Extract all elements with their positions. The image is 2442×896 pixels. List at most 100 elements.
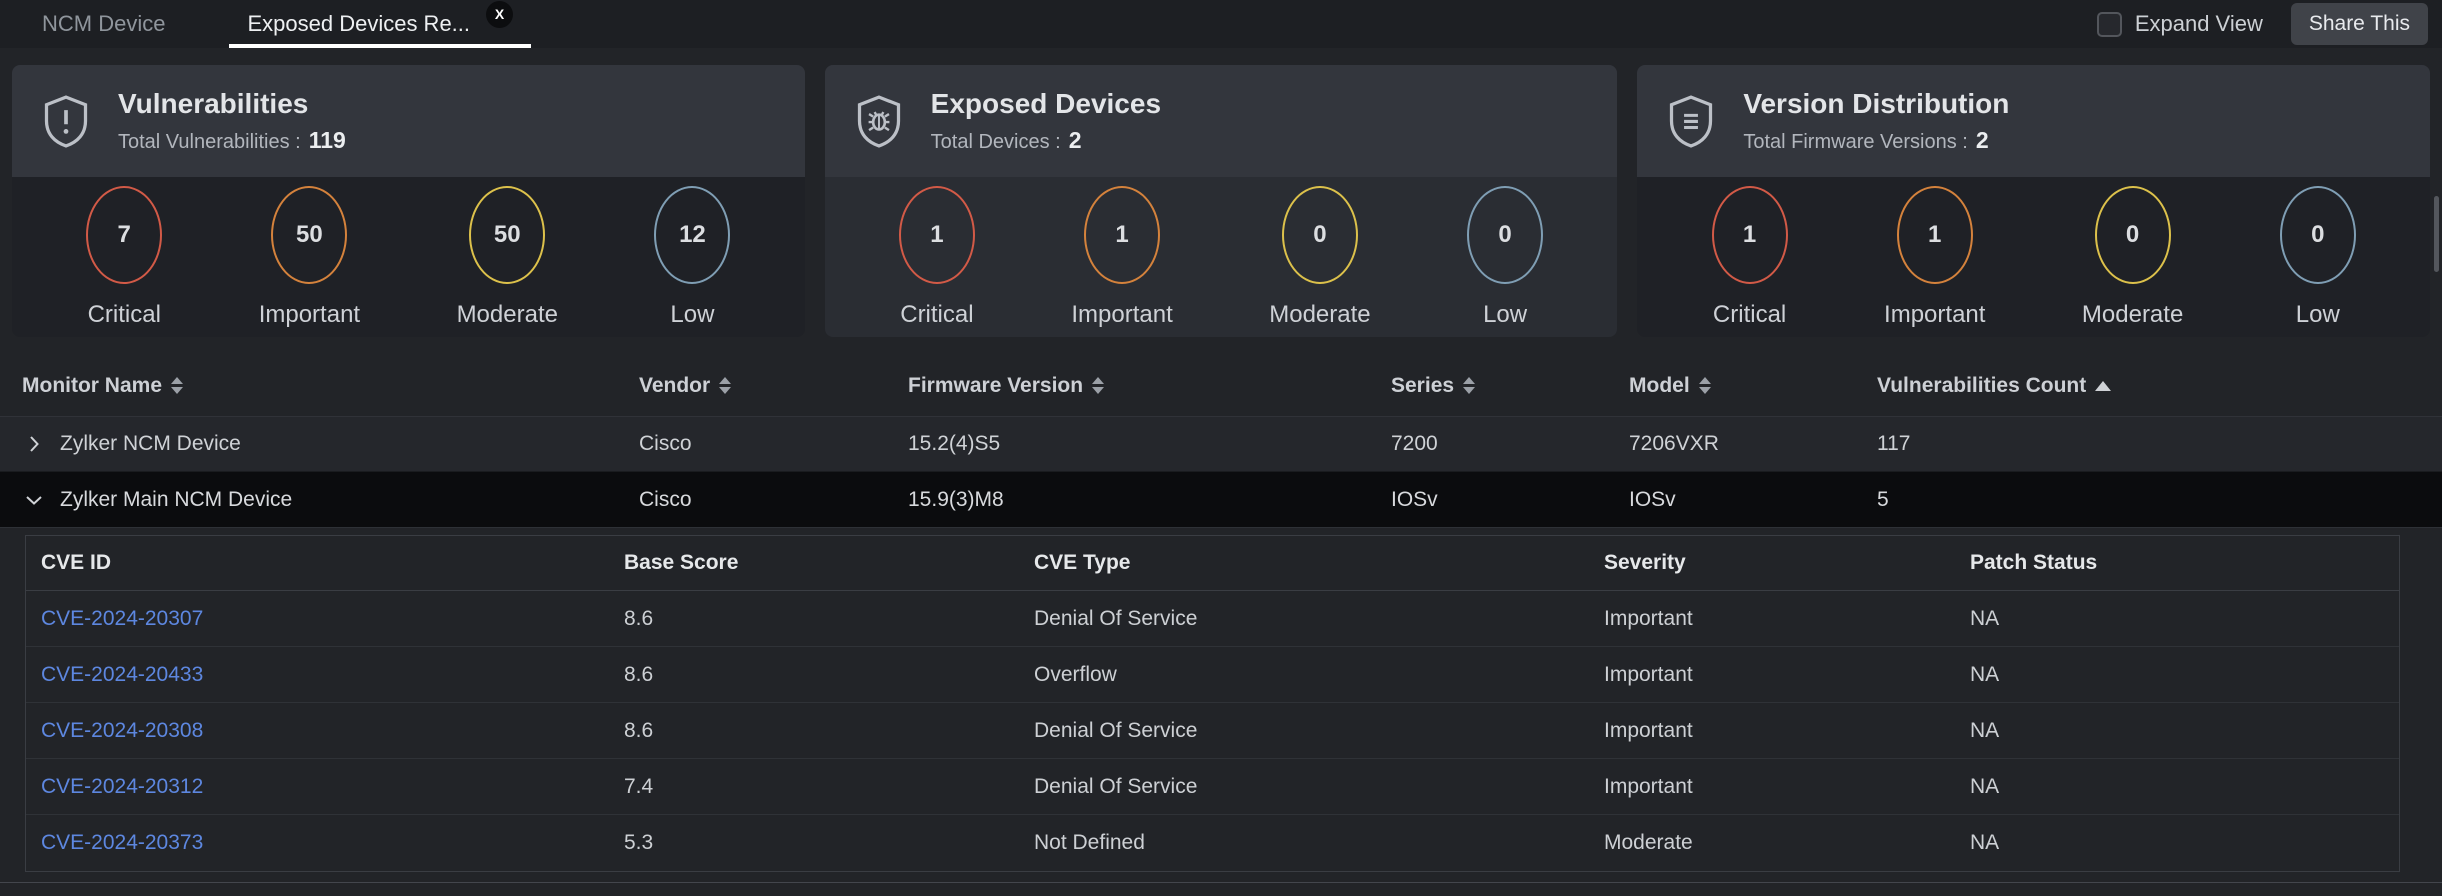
- severity-stat-important: 1 Important: [1884, 186, 1985, 329]
- tab-label: Exposed Devices Re...: [247, 11, 470, 37]
- column-header-series[interactable]: Series: [1391, 374, 1629, 398]
- table-row: CVE-2024-20373 5.3 Not Defined Moderate …: [26, 815, 2399, 871]
- severity-stat-low: 12 Low: [654, 186, 730, 329]
- cell-severity: Important: [1604, 719, 1970, 743]
- column-label: Series: [1391, 374, 1454, 398]
- table-row-zylker-ncm-device[interactable]: Zylker NCM Device Cisco 15.2(4)S5 7200 7…: [0, 417, 2442, 472]
- column-label: Monitor Name: [22, 374, 162, 398]
- scrollbar[interactable]: [2434, 196, 2439, 272]
- panel-exposed-devices-body: 1 Critical 1 Important 0 Moderate 0 Low: [825, 177, 1618, 337]
- table-row-zylker-main-ncm-device[interactable]: Zylker Main NCM Device Cisco 15.9(3)M8 I…: [0, 472, 2442, 528]
- severity-count: 7: [118, 221, 131, 249]
- tab-ncm-device[interactable]: NCM Device: [24, 0, 183, 48]
- panel-version-distribution-body: 1 Critical 1 Important 0 Moderate 0 Low: [1637, 177, 2430, 337]
- column-label: Model: [1629, 374, 1690, 398]
- cell-base-score: 8.6: [624, 663, 1034, 687]
- sort-both-icon: [171, 377, 183, 394]
- severity-stat-critical: 1 Critical: [899, 186, 975, 329]
- cell-monitor-name: Zylker Main NCM Device: [60, 488, 292, 512]
- sort-both-icon: [719, 377, 731, 394]
- severity-count: 0: [1498, 221, 1511, 249]
- panel-subtitle: Total Firmware Versions :: [1743, 131, 1968, 154]
- severity-stat-moderate: 50 Moderate: [457, 186, 558, 329]
- close-icon[interactable]: X: [486, 1, 513, 28]
- column-header-monitor-name[interactable]: Monitor Name: [22, 374, 639, 398]
- chevron-right-icon[interactable]: [22, 432, 46, 456]
- chevron-down-icon[interactable]: [22, 488, 46, 512]
- column-header-cve-id: CVE ID: [41, 551, 624, 575]
- cell-base-score: 5.3: [624, 831, 1034, 855]
- panel-title: Exposed Devices: [931, 88, 1161, 120]
- cell-severity: Important: [1604, 775, 1970, 799]
- cell-cve-type: Denial Of Service: [1034, 607, 1604, 631]
- panel-version-distribution: Version Distribution Total Firmware Vers…: [1637, 65, 2430, 337]
- divider: [0, 882, 2442, 883]
- panel-subtitle: Total Vulnerabilities :: [118, 131, 301, 154]
- cell-cve-type: Overflow: [1034, 663, 1604, 687]
- cell-patch-status: NA: [1970, 663, 2399, 687]
- cell-cve-type: Denial Of Service: [1034, 775, 1604, 799]
- severity-label: Critical: [1713, 301, 1786, 329]
- cve-id-link[interactable]: CVE-2024-20307: [41, 607, 203, 630]
- severity-count: 1: [1928, 221, 1941, 249]
- cve-id-link[interactable]: CVE-2024-20433: [41, 663, 203, 686]
- cell-patch-status: NA: [1970, 719, 2399, 743]
- cell-vendor: Cisco: [639, 488, 908, 512]
- severity-count: 1: [930, 221, 943, 249]
- share-this-button[interactable]: Share This: [2291, 3, 2428, 45]
- cell-cve-type: Denial Of Service: [1034, 719, 1604, 743]
- column-header-vulnerabilities-count[interactable]: Vulnerabilities Count: [1877, 374, 2442, 398]
- expand-view-checkbox[interactable]: [2097, 12, 2122, 37]
- severity-count: 0: [2311, 221, 2324, 249]
- column-label: Firmware Version: [908, 374, 1083, 398]
- table-row: CVE-2024-20433 8.6 Overflow Important NA: [26, 647, 2399, 703]
- device-table: Monitor Name Vendor Firmware Version Ser…: [0, 355, 2442, 528]
- panel-total: 2: [1976, 127, 1989, 154]
- column-header-severity: Severity: [1604, 551, 1970, 575]
- cve-table: CVE ID Base Score CVE Type Severity Patc…: [25, 535, 2400, 872]
- column-header-patch-status: Patch Status: [1970, 551, 2399, 575]
- column-header-model[interactable]: Model: [1629, 374, 1877, 398]
- severity-label: Moderate: [1269, 301, 1370, 329]
- cell-severity: Moderate: [1604, 831, 1970, 855]
- severity-stat-critical: 1 Critical: [1712, 186, 1788, 329]
- sort-both-icon: [1699, 377, 1711, 394]
- cell-base-score: 8.6: [624, 719, 1034, 743]
- column-header-base-score: Base Score: [624, 551, 1034, 575]
- severity-label: Critical: [900, 301, 973, 329]
- cell-base-score: 8.6: [624, 607, 1034, 631]
- severity-label: Moderate: [457, 301, 558, 329]
- cell-patch-status: NA: [1970, 607, 2399, 631]
- tab-exposed-devices-report[interactable]: Exposed Devices Re... X: [229, 0, 531, 48]
- panel-vulnerabilities-body: 7 Critical 50 Important 50 Moderate 12 L…: [12, 177, 805, 337]
- shield-list-icon: [1665, 92, 1717, 150]
- severity-label: Important: [1071, 301, 1172, 329]
- device-table-header: Monitor Name Vendor Firmware Version Ser…: [0, 355, 2442, 417]
- cell-model: 7206VXR: [1629, 432, 1877, 456]
- severity-count: 1: [1115, 221, 1128, 249]
- cell-model: IOSv: [1629, 488, 1877, 512]
- severity-stat-critical: 7 Critical: [86, 186, 162, 329]
- cve-id-link[interactable]: CVE-2024-20308: [41, 719, 203, 742]
- panel-exposed-devices-header: Exposed Devices Total Devices : 2: [825, 65, 1618, 177]
- column-header-firmware-version[interactable]: Firmware Version: [908, 374, 1391, 398]
- cell-vulnerabilities-count: 117: [1877, 432, 2442, 456]
- tab-label: NCM Device: [42, 11, 165, 37]
- panel-vulnerabilities: Vulnerabilities Total Vulnerabilities : …: [12, 65, 805, 337]
- cell-cve-type: Not Defined: [1034, 831, 1604, 855]
- panel-exposed-devices: Exposed Devices Total Devices : 2 1 Crit…: [825, 65, 1618, 337]
- panel-version-distribution-header: Version Distribution Total Firmware Vers…: [1637, 65, 2430, 177]
- expand-view-toggle[interactable]: Expand View: [2097, 11, 2263, 37]
- severity-label: Low: [2296, 301, 2340, 329]
- cve-id-link[interactable]: CVE-2024-20373: [41, 831, 203, 854]
- table-row: CVE-2024-20307 8.6 Denial Of Service Imp…: [26, 591, 2399, 647]
- sort-both-icon: [1092, 377, 1104, 394]
- cell-firmware-version: 15.2(4)S5: [908, 432, 1391, 456]
- column-header-vendor[interactable]: Vendor: [639, 374, 908, 398]
- cve-id-link[interactable]: CVE-2024-20312: [41, 775, 203, 798]
- shield-alert-icon: [40, 92, 92, 150]
- cell-severity: Important: [1604, 607, 1970, 631]
- expand-view-label: Expand View: [2135, 11, 2263, 37]
- panel-total: 2: [1069, 127, 1082, 154]
- cell-base-score: 7.4: [624, 775, 1034, 799]
